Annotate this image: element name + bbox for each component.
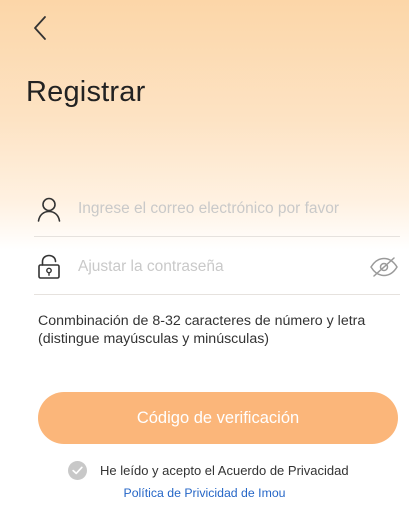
agreement-row: He leído y acepto el Acuerdo de Privacid… (68, 459, 349, 481)
password-hint: Conmbinación de 8-32 caracteres de númer… (38, 313, 366, 347)
user-icon (34, 194, 64, 224)
back-button[interactable] (26, 12, 54, 44)
privacy-policy-link[interactable]: Política de Privicidad de Imou (0, 486, 409, 500)
agreement-text: He leído y acepto el Acuerdo de Privacid… (100, 462, 349, 478)
toggle-password-visibility-button[interactable] (368, 252, 400, 282)
email-input[interactable] (78, 200, 400, 218)
password-field (34, 240, 400, 295)
register-screen: Registrar Conmbinaci (0, 0, 409, 506)
verification-code-button[interactable]: Código de verificación (38, 392, 398, 444)
chevron-left-icon (34, 16, 46, 40)
lock-icon (34, 252, 64, 282)
page-title: Registrar (26, 76, 146, 108)
password-input[interactable] (78, 258, 368, 276)
email-field (34, 182, 400, 237)
check-icon (72, 466, 83, 474)
agreement-checkbox[interactable] (68, 460, 87, 480)
eye-off-icon (370, 257, 398, 277)
